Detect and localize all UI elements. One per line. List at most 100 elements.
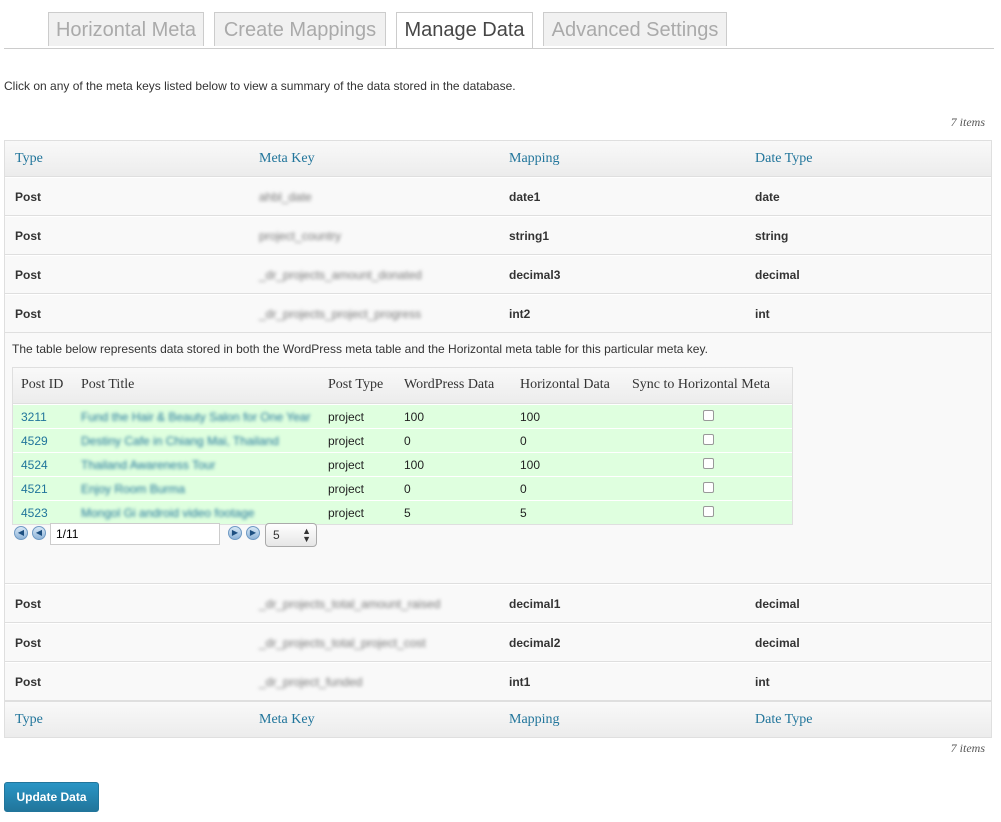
column-header-type[interactable]: Type	[15, 151, 43, 167]
column-footer-type[interactable]: Type	[15, 712, 43, 728]
table-row[interactable]: Post _dr_projects_total_project_cost dec…	[5, 623, 991, 662]
row-date-type: string	[755, 229, 789, 243]
post-id-link[interactable]: 3211	[21, 410, 47, 424]
row-meta-key[interactable]: _dr_projects_total_amount_raised	[259, 597, 440, 611]
items-count-top: 7 items	[950, 115, 985, 129]
updown-arrow-icon: ▲ ▼	[302, 526, 311, 544]
expanded-detail: The table below represents data stored i…	[5, 333, 991, 584]
meta-keys-table: Type Meta Key Mapping Date Type Post ahb…	[4, 140, 992, 738]
row-meta-key[interactable]: _dr_projects_project_progress	[259, 307, 421, 321]
post-id-link[interactable]: 4529	[21, 434, 48, 448]
row-meta-key[interactable]: _dr_projects_amount_donated	[259, 268, 422, 282]
post-type: project	[328, 482, 365, 496]
row-type: Post	[15, 675, 42, 689]
detail-header-wp-data: WordPress Data	[404, 377, 495, 392]
detail-table-header: Post ID Post Title Post Type WordPress D…	[13, 368, 792, 404]
post-type: project	[328, 458, 365, 472]
row-mapping: string1	[509, 229, 550, 243]
detail-row: 4524 Thailand Awareness Tour project 100…	[13, 452, 792, 476]
prev-page-icon[interactable]: ◀	[32, 526, 46, 540]
update-data-button[interactable]: Update Data	[4, 782, 99, 812]
hz-data-value: 100	[520, 458, 541, 472]
hz-data-value: 0	[520, 434, 527, 448]
row-mapping: decimal3	[509, 268, 561, 282]
sync-checkbox[interactable]	[703, 410, 714, 421]
wp-data-value: 0	[404, 434, 411, 448]
tab-horizontal-meta[interactable]: Horizontal Meta	[48, 12, 204, 46]
page-number-input[interactable]	[50, 523, 220, 545]
row-date-type: decimal	[755, 597, 800, 611]
tab-advanced-settings[interactable]: Advanced Settings	[543, 12, 727, 46]
row-type: Post	[15, 636, 42, 650]
post-type: project	[328, 434, 365, 448]
post-type: project	[328, 410, 365, 424]
table-footer: Type Meta Key Mapping Date Type	[5, 701, 991, 737]
hz-data-value: 100	[520, 410, 541, 424]
post-title-link[interactable]: Fund the Hair & Beauty Salon for One Yea…	[81, 410, 310, 424]
row-mapping: decimal2	[509, 636, 561, 650]
table-row[interactable]: Post ahbl_date date1 date	[5, 177, 991, 216]
detail-header-post-type: Post Type	[328, 377, 384, 392]
post-id-link[interactable]: 4521	[21, 482, 48, 496]
wp-data-value: 0	[404, 482, 411, 496]
first-page-icon[interactable]: ◀	[14, 526, 28, 540]
row-type: Post	[15, 307, 42, 321]
row-meta-key[interactable]: _dr_project_funded	[259, 675, 362, 689]
post-title-link[interactable]: Destiny Cafe in Chiang Mai, Thailand	[81, 434, 279, 448]
table-row[interactable]: Post _dr_projects_amount_donated decimal…	[5, 255, 991, 294]
post-type: project	[328, 506, 365, 520]
row-date-type: int	[755, 675, 770, 689]
tab-manage-data[interactable]: Manage Data	[396, 12, 533, 48]
column-footer-mapping[interactable]: Mapping	[509, 712, 560, 728]
row-type: Post	[15, 229, 42, 243]
detail-header-hz-data: Horizontal Data	[520, 377, 610, 392]
next-page-icon[interactable]: ▶	[228, 526, 242, 540]
detail-header-post-id: Post ID	[21, 377, 64, 392]
row-mapping: decimal1	[509, 597, 561, 611]
table-header: Type Meta Key Mapping Date Type	[5, 141, 991, 177]
row-mapping: int1	[509, 675, 531, 689]
sync-checkbox[interactable]	[703, 506, 714, 517]
column-footer-date-type[interactable]: Date Type	[755, 712, 812, 728]
row-meta-key[interactable]: ahbl_date	[259, 190, 312, 204]
tab-create-mappings[interactable]: Create Mappings	[214, 12, 386, 46]
wp-data-value: 100	[404, 410, 425, 424]
wp-data-value: 5	[404, 506, 411, 520]
post-title-link[interactable]: Enjoy Room Burma	[81, 482, 185, 496]
hz-data-value: 0	[520, 482, 527, 496]
detail-table: Post ID Post Title Post Type WordPress D…	[12, 367, 793, 525]
column-header-meta-key[interactable]: Meta Key	[259, 151, 315, 167]
row-meta-key[interactable]: project_country	[259, 229, 341, 243]
detail-row: 4521 Enjoy Room Burma project 0 0	[13, 476, 792, 500]
row-type: Post	[15, 597, 42, 611]
post-id-link[interactable]: 4523	[21, 506, 48, 520]
post-id-link[interactable]: 4524	[21, 458, 48, 472]
page-size-select[interactable]: 5 ▲ ▼	[265, 523, 317, 547]
last-page-icon[interactable]: ▶	[246, 526, 260, 540]
detail-row: 4529 Destiny Cafe in Chiang Mai, Thailan…	[13, 428, 792, 452]
post-title-link[interactable]: Thailand Awareness Tour	[81, 458, 215, 472]
page-size-value: 5	[273, 528, 280, 542]
detail-row: 3211 Fund the Hair & Beauty Salon for On…	[13, 404, 792, 428]
table-row[interactable]: Post project_country string1 string	[5, 216, 991, 255]
intro-text: Click on any of the meta keys listed bel…	[4, 79, 516, 93]
row-mapping: int2	[509, 307, 531, 321]
sync-checkbox[interactable]	[703, 458, 714, 469]
post-title-link[interactable]: Mongol Gi android video footage	[81, 506, 254, 520]
expanded-note: The table below represents data stored i…	[12, 342, 708, 356]
table-row[interactable]: Post _dr_project_funded int1 int	[5, 662, 991, 701]
tab-bar: Horizontal Meta Create Mappings Manage D…	[4, 0, 994, 49]
row-meta-key[interactable]: _dr_projects_total_project_cost	[259, 636, 426, 650]
column-header-mapping[interactable]: Mapping	[509, 151, 560, 167]
sync-checkbox[interactable]	[703, 434, 714, 445]
row-date-type: decimal	[755, 268, 800, 282]
column-header-date-type[interactable]: Date Type	[755, 151, 812, 167]
sync-checkbox[interactable]	[703, 482, 714, 493]
items-count-bottom: 7 items	[950, 741, 985, 755]
table-row[interactable]: Post _dr_projects_project_progress int2 …	[5, 294, 991, 333]
wp-data-value: 100	[404, 458, 425, 472]
detail-header-post-title: Post Title	[81, 377, 135, 392]
hz-data-value: 5	[520, 506, 527, 520]
column-footer-meta-key[interactable]: Meta Key	[259, 712, 315, 728]
table-row[interactable]: Post _dr_projects_total_amount_raised de…	[5, 584, 991, 623]
